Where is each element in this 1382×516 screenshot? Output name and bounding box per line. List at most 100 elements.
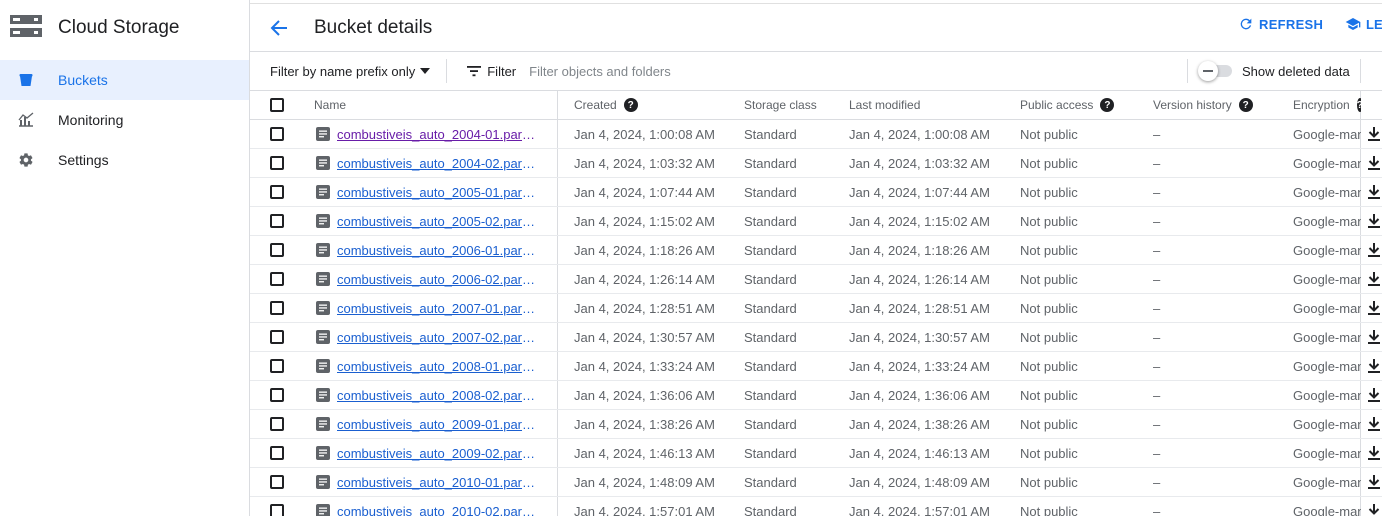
row-checkbox[interactable] (270, 497, 286, 516)
filter-button[interactable]: Filter (467, 64, 516, 79)
refresh-label: REFRESH (1259, 16, 1324, 32)
table-row[interactable]: combustiveis_auto_2008-02.parquet Jan 4,… (250, 381, 1382, 410)
object-name-link[interactable]: combustiveis_auto_2005-01.parquet (337, 185, 542, 200)
file-icon (316, 243, 330, 257)
column-header-name[interactable]: Name (314, 91, 557, 119)
public-access-cell: Not public (1020, 213, 1078, 229)
download-icon[interactable] (1368, 265, 1382, 293)
table-row[interactable]: combustiveis_auto_2007-01.parquet Jan 4,… (250, 294, 1382, 323)
object-name-link[interactable]: combustiveis_auto_2007-02.parquet (337, 330, 542, 345)
object-name-link[interactable]: combustiveis_auto_2007-01.parquet (337, 301, 542, 316)
sidebar-item-label: Monitoring (58, 112, 124, 128)
sidebar-nav: Buckets Monitoring Settings (0, 60, 249, 180)
row-checkbox[interactable] (270, 120, 286, 148)
sidebar-item-settings[interactable]: Settings (0, 140, 249, 180)
main-content: Bucket details REFRESH LEA Filter by nam… (250, 0, 1382, 516)
column-header-encryption[interactable]: Encryption? (1293, 91, 1361, 119)
object-name-link[interactable]: combustiveis_auto_2009-01.parquet (337, 417, 542, 432)
help-icon[interactable]: ? (1100, 98, 1115, 112)
download-icon[interactable] (1368, 497, 1382, 516)
object-name-link[interactable]: combustiveis_auto_2008-02.parquet (337, 388, 542, 403)
table-row[interactable]: combustiveis_auto_2005-02.parquet Jan 4,… (250, 207, 1382, 236)
download-icon[interactable] (1368, 294, 1382, 322)
row-checkbox[interactable] (270, 381, 286, 409)
table-row[interactable]: combustiveis_auto_2009-01.parquet Jan 4,… (250, 410, 1382, 439)
last-modified-cell: Jan 4, 2024, 1:15:02 AM (849, 213, 990, 229)
table-row[interactable]: combustiveis_auto_2004-02.parquet Jan 4,… (250, 149, 1382, 178)
created-cell: Jan 4, 2024, 1:00:08 AM (574, 126, 715, 142)
table-row[interactable]: combustiveis_auto_2005-01.parquet Jan 4,… (250, 178, 1382, 207)
select-all-checkbox[interactable] (270, 91, 286, 119)
object-name-link[interactable]: combustiveis_auto_2004-01.parquet (337, 127, 542, 142)
refresh-button[interactable]: REFRESH (1238, 16, 1323, 32)
help-icon[interactable]: ? (1238, 98, 1253, 112)
row-checkbox[interactable] (270, 265, 286, 293)
object-name-cell: combustiveis_auto_2006-02.parquet (314, 265, 557, 293)
table-header-row: Name Created? Storage class Last modifie… (250, 91, 1382, 120)
table-row[interactable]: combustiveis_auto_2004-01.parquet Jan 4,… (250, 120, 1382, 149)
download-icon[interactable] (1368, 439, 1382, 467)
filter-input[interactable] (529, 63, 1170, 79)
table-row[interactable]: combustiveis_auto_2007-02.parquet Jan 4,… (250, 323, 1382, 352)
download-icon[interactable] (1368, 352, 1382, 380)
created-cell: Jan 4, 2024, 1:28:51 AM (574, 300, 715, 316)
download-icon[interactable] (1368, 178, 1382, 206)
object-name-link[interactable]: combustiveis_auto_2010-02.parquet (337, 504, 542, 516)
download-icon[interactable] (1368, 323, 1382, 351)
row-checkbox[interactable] (270, 410, 286, 438)
sidebar-item-monitoring[interactable]: Monitoring (0, 100, 249, 140)
table-row[interactable]: combustiveis_auto_2008-01.parquet Jan 4,… (250, 352, 1382, 381)
column-header-storage-class[interactable]: Storage class (744, 91, 844, 119)
download-icon[interactable] (1368, 120, 1382, 148)
row-checkbox[interactable] (270, 149, 286, 177)
row-checkbox[interactable] (270, 236, 286, 264)
row-checkbox[interactable] (270, 294, 286, 322)
created-cell: Jan 4, 2024, 1:15:02 AM (574, 213, 715, 229)
object-name-link[interactable]: combustiveis_auto_2006-02.parquet (337, 272, 542, 287)
row-checkbox[interactable] (270, 178, 286, 206)
table-row[interactable]: combustiveis_auto_2006-02.parquet Jan 4,… (250, 265, 1382, 294)
last-modified-cell: Jan 4, 2024, 1:33:24 AM (849, 358, 990, 374)
help-icon[interactable]: ? (1356, 98, 1361, 112)
filter-prefix-dropdown[interactable]: Filter by name prefix only (270, 64, 431, 79)
storage-class-cell: Standard (744, 474, 797, 490)
row-checkbox[interactable] (270, 468, 286, 496)
toggle-switch[interactable] (1198, 61, 1234, 81)
row-checkbox[interactable] (270, 439, 286, 467)
version-history-cell: – (1153, 300, 1161, 316)
object-name-link[interactable]: combustiveis_auto_2005-02.parquet (337, 214, 542, 229)
table-row[interactable]: combustiveis_auto_2010-02.parquet Jan 4,… (250, 497, 1382, 516)
row-checkbox[interactable] (270, 207, 286, 235)
back-arrow-icon[interactable] (267, 16, 291, 40)
download-icon[interactable] (1368, 236, 1382, 264)
row-checkbox[interactable] (270, 323, 286, 351)
object-name-link[interactable]: combustiveis_auto_2006-01.parquet (337, 243, 542, 258)
last-modified-cell: Jan 4, 2024, 1:36:06 AM (849, 387, 990, 403)
column-header-created[interactable]: Created? (574, 91, 739, 119)
version-history-cell: – (1153, 184, 1161, 200)
column-header-last-modified[interactable]: Last modified (849, 91, 1014, 119)
show-deleted-toggle[interactable]: Show deleted data (1198, 61, 1350, 81)
column-header-version-history[interactable]: Version history? (1153, 91, 1283, 119)
table-row[interactable]: combustiveis_auto_2006-01.parquet Jan 4,… (250, 236, 1382, 265)
object-name-link[interactable]: combustiveis_auto_2008-01.parquet (337, 359, 542, 374)
download-icon[interactable] (1368, 207, 1382, 235)
learn-button[interactable]: LEA (1345, 16, 1382, 32)
object-name-link[interactable]: combustiveis_auto_2010-01.parquet (337, 475, 542, 490)
help-icon[interactable]: ? (623, 98, 638, 112)
column-header-public-access[interactable]: Public access? (1020, 91, 1145, 119)
row-checkbox[interactable] (270, 352, 286, 380)
object-name-cell: combustiveis_auto_2004-02.parquet (314, 149, 557, 177)
download-icon[interactable] (1368, 149, 1382, 177)
version-history-cell: – (1153, 242, 1161, 258)
table-row[interactable]: combustiveis_auto_2009-02.parquet Jan 4,… (250, 439, 1382, 468)
object-name-link[interactable]: combustiveis_auto_2009-02.parquet (337, 446, 542, 461)
download-icon[interactable] (1368, 381, 1382, 409)
download-icon[interactable] (1368, 468, 1382, 496)
version-history-cell: – (1153, 271, 1161, 287)
table-row[interactable]: combustiveis_auto_2010-01.parquet Jan 4,… (250, 468, 1382, 497)
object-name-link[interactable]: combustiveis_auto_2004-02.parquet (337, 156, 542, 171)
download-icon[interactable] (1368, 410, 1382, 438)
sidebar-item-buckets[interactable]: Buckets (0, 60, 249, 100)
file-icon (316, 359, 330, 373)
